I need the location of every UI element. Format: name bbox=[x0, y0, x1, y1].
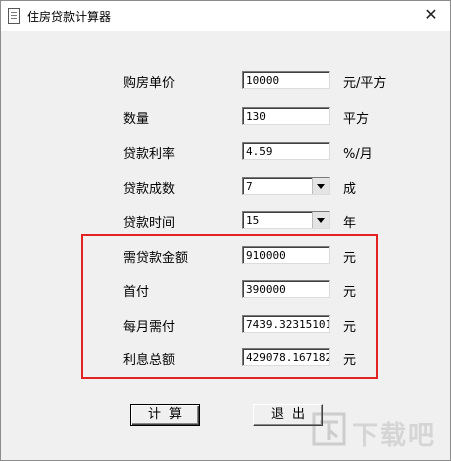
loan-amount-field[interactable]: 910000 bbox=[242, 246, 330, 264]
loan-term-value: 15 bbox=[246, 214, 260, 227]
unit-price-unit: 元/平方 bbox=[343, 76, 387, 91]
interest-rate-unit: %/月 bbox=[343, 147, 373, 162]
loan-ratio-value: 7 bbox=[246, 180, 253, 193]
calculator-window: 住房贷款计算器 ✕ 购房单价 10000 元/平方 数量 130 平方 贷款利率… bbox=[0, 0, 451, 461]
unit-price-input[interactable]: 10000 bbox=[242, 71, 330, 89]
loan-ratio-select[interactable]: 7 bbox=[242, 177, 330, 195]
down-payment-unit: 元 bbox=[343, 285, 357, 300]
total-interest-field[interactable]: 429078.1671824 bbox=[242, 348, 330, 366]
monthly-payment-field[interactable]: 7439.323151013 bbox=[242, 315, 330, 333]
loan-amount-unit: 元 bbox=[343, 251, 357, 266]
down-payment-label: 首付 bbox=[123, 285, 150, 300]
watermark-text: 下载吧 bbox=[351, 421, 436, 451]
window-title: 住房贷款计算器 bbox=[27, 10, 112, 24]
loan-ratio-unit: 成 bbox=[343, 182, 357, 197]
chevron-down-icon[interactable] bbox=[312, 178, 329, 194]
total-interest-unit: 元 bbox=[343, 353, 357, 368]
close-icon[interactable]: ✕ bbox=[412, 1, 450, 31]
loan-ratio-label: 贷款成数 bbox=[123, 182, 176, 197]
loan-term-unit: 年 bbox=[343, 216, 357, 231]
quantity-label: 数量 bbox=[123, 112, 150, 127]
calculate-button[interactable]: 计算 bbox=[130, 404, 200, 426]
quantity-unit: 平方 bbox=[343, 112, 370, 127]
down-payment-field[interactable]: 390000 bbox=[242, 280, 330, 298]
loan-term-select[interactable]: 15 bbox=[242, 211, 330, 229]
loan-amount-label: 需贷款金额 bbox=[123, 251, 189, 266]
monthly-payment-unit: 元 bbox=[343, 320, 357, 335]
unit-price-label: 购房单价 bbox=[123, 76, 176, 91]
chevron-down-icon[interactable] bbox=[312, 212, 329, 228]
monthly-payment-label: 每月需付 bbox=[123, 320, 176, 335]
app-icon bbox=[8, 8, 20, 24]
quantity-input[interactable]: 130 bbox=[242, 107, 330, 125]
interest-rate-label: 贷款利率 bbox=[123, 147, 176, 162]
interest-rate-input[interactable]: 4.59 bbox=[242, 142, 330, 160]
loan-term-label: 贷款时间 bbox=[123, 216, 176, 231]
total-interest-label: 利息总额 bbox=[123, 353, 176, 368]
title-bar: 住房贷款计算器 ✕ bbox=[1, 1, 450, 31]
